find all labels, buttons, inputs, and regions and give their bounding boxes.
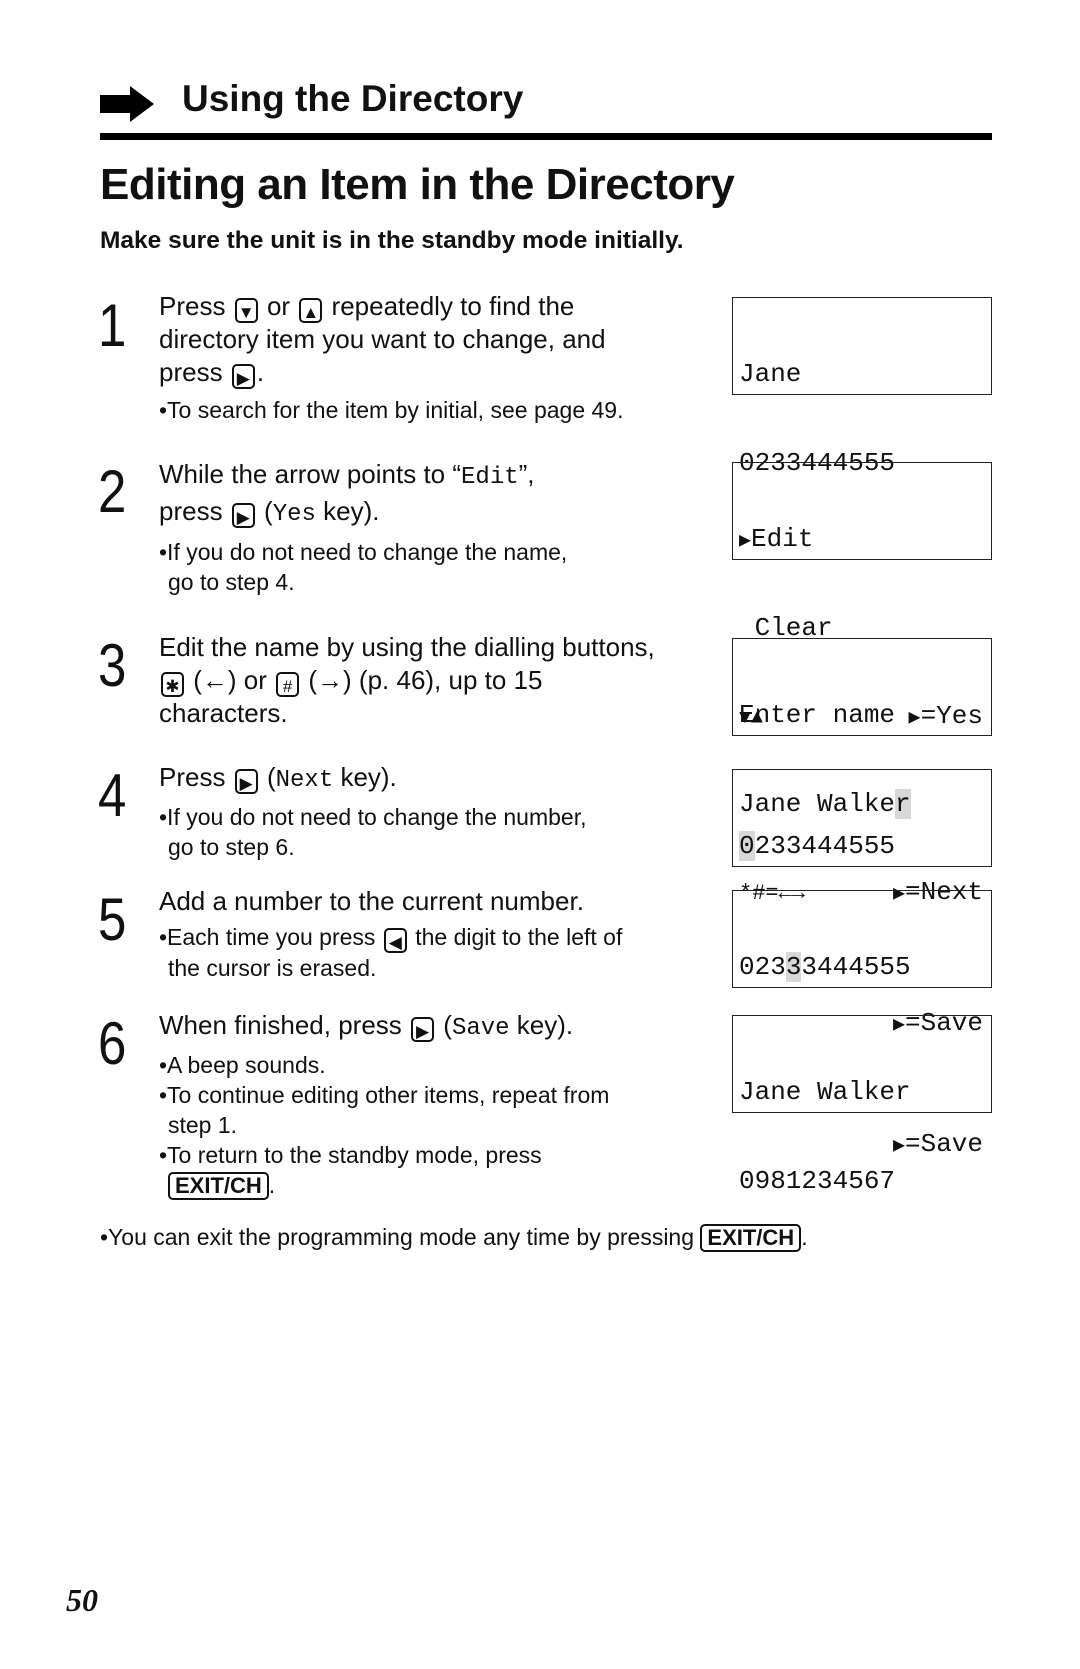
step-number: 1: [98, 292, 127, 359]
text: When finished, press: [159, 1010, 402, 1040]
exit-ch-key-icon: EXIT/CH: [168, 1171, 269, 1200]
note: .: [268, 1171, 276, 1198]
lcd-display-1: Jane 0233444555: [732, 297, 992, 477]
step-4: Press ▶ (Next key). •If you do not need …: [159, 761, 586, 862]
cursor: 3: [785, 952, 802, 982]
note: step 1.: [168, 1111, 238, 1138]
text: (←) or: [193, 664, 267, 695]
down-key-icon: ▼: [234, 298, 258, 323]
pointer-arrow-icon: ▶: [739, 530, 752, 553]
note: .: [801, 1224, 808, 1250]
text: key).: [315, 495, 380, 526]
text: Edit: [461, 464, 519, 491]
up-key-icon: ▲: [299, 298, 323, 323]
lcd-line: Edit: [751, 524, 814, 554]
text: Press: [159, 762, 226, 792]
lcd-line: 3444555: [801, 952, 911, 982]
text: (: [443, 1010, 452, 1040]
note: •You can exit the programming mode any t…: [100, 1224, 695, 1250]
note: •If you do not need to change the name,: [159, 539, 568, 565]
header-rule: [100, 133, 992, 140]
note: the cursor is erased.: [168, 954, 377, 981]
text: directory item you want to change, and: [159, 324, 606, 354]
right-key-icon: ▶: [234, 769, 258, 794]
note: •Each time you press: [159, 923, 376, 950]
text: or: [266, 291, 291, 321]
text: key).: [509, 1010, 574, 1040]
note: •If you do not need to change the number…: [159, 803, 587, 830]
section-title: Using the Directory: [182, 78, 524, 119]
left-key-icon: ◀: [383, 927, 407, 953]
step-number: 4: [98, 762, 127, 829]
note: •To continue editing other items, repeat…: [159, 1081, 610, 1108]
hash-key-icon: #: [276, 671, 300, 697]
section-arrow-icon: [100, 86, 154, 122]
note: •To search for the item by initial, see …: [159, 396, 624, 423]
lcd-line: 233444555: [754, 831, 896, 861]
step-2: While the arrow points to “Edit”, press …: [159, 458, 567, 597]
text: (: [266, 762, 276, 792]
step-number: 3: [98, 632, 127, 699]
lcd-line: 023: [739, 952, 786, 982]
text: repeatedly to find the: [331, 291, 575, 321]
page-number: 50: [66, 1582, 98, 1618]
step-3: Edit the name by using the dialling butt…: [159, 631, 655, 729]
text: .: [256, 356, 265, 387]
text: ”,: [518, 459, 535, 489]
text: key).: [333, 762, 397, 792]
right-key-icon: ▶: [411, 1017, 435, 1042]
lcd-display-4: 0233444555 ▶=Save: [732, 769, 992, 1038]
text: Next: [275, 767, 334, 794]
exit-ch-key-icon: EXIT/CH: [700, 1224, 802, 1252]
step-number: 2: [98, 458, 127, 525]
lcd-line: Jane: [739, 359, 802, 389]
step-5: Add a number to the current number. •Eac…: [159, 885, 622, 983]
lcd-display-3: Enter name Jane Walker *#=←→ ▶=Next: [732, 638, 992, 907]
right-key-icon: ▶: [231, 502, 255, 528]
lcd-display-2: ▶Edit Clear ▼▲ ▶=Yes: [732, 462, 992, 731]
right-key-icon: ▶: [231, 363, 255, 389]
text: press: [159, 495, 223, 526]
text: Press: [159, 291, 226, 321]
text: While the arrow points to “: [159, 459, 462, 489]
step-number: 5: [98, 886, 127, 953]
text: characters.: [159, 697, 288, 728]
text: (→) (p. 46), up to 15: [308, 664, 543, 695]
step-6: When finished, press ▶ (Save key). •A be…: [159, 1009, 609, 1200]
page-title: Editing an Item in the Directory: [100, 160, 735, 209]
text: press: [159, 356, 223, 387]
lcd-line: Enter name: [739, 700, 896, 730]
text: Add a number to the current number.: [159, 886, 584, 916]
star-key-icon: ✱: [161, 671, 184, 697]
note: •To return to the standby mode, press: [159, 1141, 542, 1168]
lcd-line: 0981234567: [739, 1165, 896, 1196]
lcd-display-6: Jane Walker 0981234567: [732, 1015, 992, 1195]
cursor: 0: [739, 831, 755, 861]
text: (: [264, 495, 273, 526]
lcd-display-5: 02333444555 ▶=Save: [732, 890, 992, 1159]
note: go to step 6.: [168, 833, 295, 860]
note: go to step 4.: [168, 569, 295, 595]
note: the digit to the left of: [415, 923, 623, 950]
intro-text: Make sure the unit is in the standby mod…: [100, 227, 684, 254]
footer-note: •You can exit the programming mode any t…: [100, 1222, 808, 1252]
step-number: 6: [98, 1010, 127, 1077]
step-1: Press ▼ or ▲ repeatedly to find the dire…: [159, 290, 623, 425]
text: Edit the name by using the dialling butt…: [159, 632, 655, 662]
text: Save: [451, 1015, 510, 1042]
note: •A beep sounds.: [159, 1051, 326, 1078]
lcd-line: Jane Walker: [739, 1077, 911, 1107]
text: Yes: [272, 500, 316, 528]
